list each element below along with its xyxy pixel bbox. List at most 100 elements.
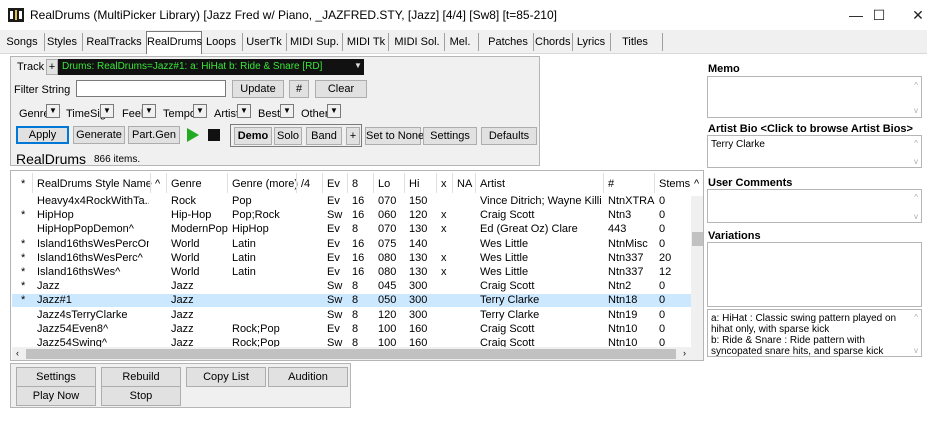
table-row[interactable]: * Island16thsWesPerc^ World Latin Ev 16 080 130… [12, 252, 691, 265]
stop-button[interactable]: Stop [101, 386, 181, 406]
audition-button[interactable]: Audition [268, 367, 348, 387]
memo-textbox[interactable]: ^ v [707, 76, 922, 118]
scroll-up-arrow[interactable]: ^ [914, 81, 918, 90]
artist-bio-label[interactable]: Artist Bio <Click to browse Artist Bios> [708, 123, 913, 135]
col-header-8[interactable]: 8 [352, 175, 358, 193]
cell-hi: 160 [409, 322, 428, 335]
tab-mel[interactable]: Mel. [446, 32, 474, 52]
tab-midi-sup[interactable]: MIDI Sup. [290, 32, 339, 52]
table-row[interactable]: Heavy4x4RockWithTa... Rock Pop Ev 16 070 150 Vi… [12, 195, 691, 208]
hash-button[interactable]: # [289, 80, 309, 98]
filter-other-dropdown[interactable]: ▼ [327, 104, 341, 118]
generate-button[interactable]: Generate [73, 126, 125, 144]
tab-songs[interactable]: Songs [2, 32, 42, 52]
tab-loops[interactable]: Loops [204, 32, 238, 52]
col-header-genre-more[interactable]: Genre (more) [232, 175, 298, 193]
cell-number: Ntn18 [608, 294, 638, 307]
tab-chords[interactable]: Chords [535, 32, 570, 52]
tab-usertk[interactable]: UserTk [246, 32, 282, 52]
scroll-up-arrow[interactable]: ^ [914, 139, 918, 148]
band-button[interactable]: Band [306, 127, 342, 145]
tab-titles[interactable]: Titles [616, 32, 654, 52]
table-row[interactable]: * Jazz Jazz Sw 8 045 300 Craig Scott Ntn2 0 [12, 280, 691, 293]
demo-button[interactable]: Demo [234, 127, 272, 145]
col-header-ev[interactable]: Ev [327, 175, 340, 193]
col-header-quarter[interactable]: /4 [301, 175, 310, 193]
tab-patches[interactable]: Patches [486, 32, 530, 52]
col-header-hi[interactable]: Hi [409, 175, 419, 193]
col-header-number[interactable]: # [608, 175, 614, 193]
scroll-up-arrow[interactable]: ^ [914, 193, 918, 202]
variations-list[interactable] [707, 242, 922, 307]
col-header-stems[interactable]: Stems [659, 175, 690, 193]
settings-button[interactable]: Settings [16, 367, 96, 387]
scroll-down-arrow[interactable]: v [914, 157, 918, 166]
part-gen-button[interactable]: Part.Gen [128, 126, 180, 144]
horizontal-scrollbar[interactable]: ‹ › [12, 347, 703, 360]
panel-heading: RealDrums [16, 151, 87, 167]
col-header-genre[interactable]: Genre [171, 175, 202, 193]
tab-lyrics[interactable]: Lyrics [575, 32, 607, 52]
copy-list-button[interactable]: Copy List [186, 367, 266, 387]
tab-realtracks[interactable]: RealTracks [86, 32, 142, 52]
filter-genre-dropdown[interactable]: ▼ [46, 104, 60, 118]
filter-string-input[interactable] [76, 80, 226, 97]
play-icon[interactable] [186, 127, 200, 143]
scroll-up-arrow[interactable]: ^ [694, 175, 699, 193]
tab-realdrums[interactable]: RealDrums [146, 31, 202, 54]
vertical-scrollbar[interactable] [691, 196, 703, 347]
scroll-right-arrow[interactable]: › [683, 348, 686, 358]
cell-ev: Sw [327, 308, 343, 321]
scroll-left-arrow[interactable]: ‹ [16, 348, 19, 358]
filter-timesig-dropdown[interactable]: ▼ [100, 104, 114, 118]
col-header-x[interactable]: x [441, 175, 447, 193]
play-now-button[interactable]: Play Now [16, 386, 96, 406]
filter-feel-dropdown[interactable]: ▼ [142, 104, 156, 118]
col-header-name[interactable]: RealDrums Style Name [37, 175, 152, 193]
tab-styles[interactable]: Styles [46, 32, 78, 52]
update-button[interactable]: Update [232, 80, 284, 98]
tab-midi-sol[interactable]: MIDI Sol. [392, 32, 442, 52]
artist-bio-textbox[interactable]: Terry Clarke ^ v [707, 135, 922, 168]
col-header-na[interactable]: NA [457, 175, 472, 193]
cell-genre: Jazz [171, 308, 194, 321]
scroll-up-arrow[interactable]: ^ [914, 313, 918, 322]
set-to-none-button[interactable]: Set to None [365, 127, 424, 145]
col-header-sort[interactable]: ^ [155, 175, 160, 193]
tab-midi-tk[interactable]: MIDI Tk [346, 32, 386, 52]
chevron-down-icon[interactable]: ▼ [354, 61, 362, 70]
scroll-down-arrow[interactable]: v [914, 212, 918, 221]
table-row[interactable]: Jazz4sTerryClarke Jazz Sw 8 120 300 Terry Clar… [12, 309, 691, 322]
filter-best-dropdown[interactable]: ▼ [280, 104, 294, 118]
close-button[interactable]: ✕ [895, 0, 927, 30]
solo-button[interactable]: Solo [274, 127, 302, 145]
band-plus-button[interactable]: + [346, 127, 360, 145]
filter-tempo-dropdown[interactable]: ▼ [193, 104, 207, 118]
rebuild-button[interactable]: Rebuild [101, 367, 181, 387]
defaults-button[interactable]: Defaults [481, 127, 537, 145]
stop-icon[interactable] [207, 128, 221, 142]
user-comments-textbox[interactable]: ^ v [707, 189, 922, 223]
track-select[interactable]: Drums: RealDrums=Jazz#1: a: HiHat b: Rid… [58, 59, 364, 75]
filter-artist-dropdown[interactable]: ▼ [237, 104, 251, 118]
scrollbar-thumb[interactable] [26, 349, 676, 359]
clear-button[interactable]: Clear [315, 80, 367, 98]
col-header-star[interactable]: * [21, 175, 25, 193]
settings-top-button[interactable]: Settings [423, 127, 477, 145]
table-row[interactable]: * Island16thsWesPercOnly World Latin Ev 16 075… [12, 238, 691, 251]
table-row[interactable]: Jazz54Even8^ Jazz Rock;Pop Ev 8 100 160 Craig S… [12, 323, 691, 336]
col-header-artist[interactable]: Artist [480, 175, 505, 193]
table-row[interactable]: * Island16thsWes^ World Latin Ev 16 080 130 x Wes… [12, 266, 691, 279]
scroll-down-arrow[interactable]: v [914, 106, 918, 115]
scrollbar-thumb[interactable] [692, 232, 703, 246]
apply-button[interactable]: Apply [16, 126, 69, 144]
scroll-down-arrow[interactable]: v [914, 346, 918, 355]
table-row[interactable]: * Jazz#1 Jazz Sw 8 050 300 Terry Clarke Ntn18 0 [12, 294, 691, 308]
cell-genre-more: Latin [232, 266, 256, 278]
track-add-button[interactable]: + [46, 59, 58, 75]
table-row[interactable]: HipHopPopDemon^ ModernPop HipHop Ev 8 070 130 x… [12, 223, 691, 236]
table-row[interactable]: * HipHop Hip-Hop Pop;Rock Sw 16 060 120 x Craig S… [12, 209, 691, 222]
cell-lo: 050 [378, 294, 397, 307]
col-header-lo[interactable]: Lo [378, 175, 390, 193]
cell-genre-more: HipHop [232, 223, 269, 236]
